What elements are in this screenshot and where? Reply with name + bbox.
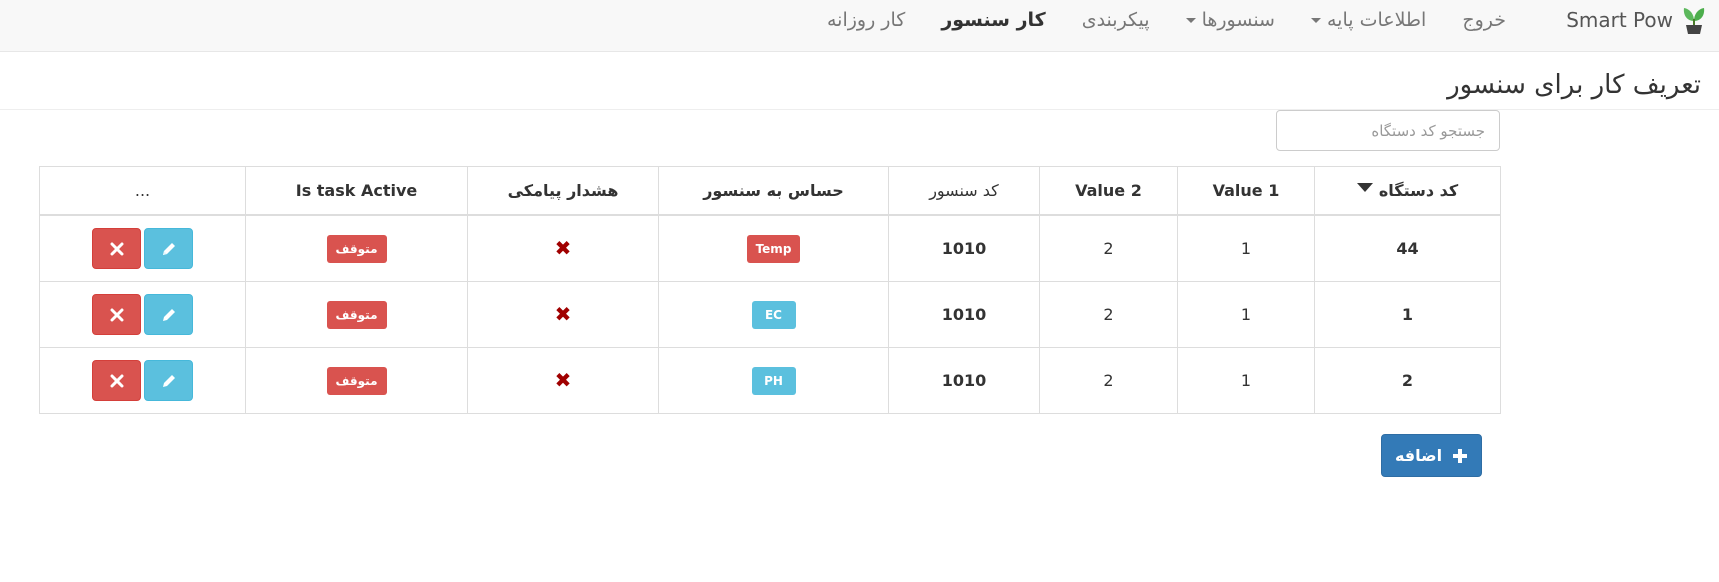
pencil-icon	[162, 308, 175, 321]
table-header-row: کد دستگاه Value 1 Value 2 کد سنسور حساس …	[39, 166, 1501, 216]
add-button[interactable]: اضافه	[1381, 434, 1482, 477]
table-row: 2 1 2 1010 PH ✖ متوقف	[39, 347, 1501, 414]
brand-text: Smart Pow	[1566, 8, 1673, 32]
cell-actions	[39, 214, 246, 282]
cell-device-code: 1	[1314, 281, 1501, 348]
nav-item-logout[interactable]: خروج	[1444, 0, 1524, 40]
cell-task-status: متوقف	[245, 347, 468, 414]
status-badge: متوقف	[326, 366, 387, 395]
cell-value2: 2	[1039, 214, 1178, 282]
close-icon	[110, 242, 123, 255]
close-icon	[110, 308, 123, 321]
column-header-device-code[interactable]: کد دستگاه	[1314, 166, 1501, 216]
edit-button[interactable]	[144, 228, 193, 269]
cell-task-status: متوقف	[245, 214, 468, 282]
column-header-value2: Value 2	[1039, 166, 1178, 216]
delete-button[interactable]	[92, 294, 141, 335]
cell-sensor-code: 1010	[888, 214, 1040, 282]
cell-device-code: 2	[1314, 347, 1501, 414]
device-code-search-input[interactable]	[1276, 110, 1500, 151]
plant-logo-icon	[1681, 5, 1707, 35]
pencil-icon	[162, 374, 175, 387]
table-row: 1 1 2 1010 EC ✖ متوقف	[39, 281, 1501, 348]
caret-down-icon	[1185, 17, 1196, 23]
x-mark-icon: ✖	[554, 236, 572, 260]
column-header-sensor-sensitive: حساس به سنسور	[658, 166, 889, 216]
sensor-badge: PH	[751, 366, 796, 395]
navbar: Smart Pow کار روزانه کار سنسور پیکربندی …	[0, 0, 1719, 52]
sort-desc-icon	[1356, 183, 1373, 192]
column-header-task-active: Is task Active	[245, 166, 468, 216]
cell-value1: 1	[1177, 281, 1315, 348]
column-header-value1: Value 1	[1177, 166, 1315, 216]
cell-sensor: Temp	[658, 214, 889, 282]
edit-button[interactable]	[144, 294, 193, 335]
cell-value1: 1	[1177, 214, 1315, 282]
nav-menu: کار روزانه کار سنسور پیکربندی سنسورها اط…	[809, 0, 1524, 40]
sensor-task-table: کد دستگاه Value 1 Value 2 کد سنسور حساس …	[39, 166, 1501, 414]
status-badge: متوقف	[326, 300, 387, 329]
cell-device-code: 44	[1314, 214, 1501, 282]
nav-item-base-info-dropdown[interactable]: اطلاعات پایه	[1293, 0, 1444, 40]
nav-item-sensors-dropdown[interactable]: سنسورها	[1168, 0, 1293, 40]
cell-value2: 2	[1039, 281, 1178, 348]
cell-sensor-code: 1010	[888, 347, 1040, 414]
nav-item-configuration[interactable]: پیکربندی	[1064, 0, 1168, 40]
sensor-badge: EC	[751, 300, 796, 329]
plus-icon	[1453, 448, 1468, 463]
sensor-badge: Temp	[746, 234, 801, 263]
close-icon	[110, 374, 123, 387]
brand[interactable]: Smart Pow	[1566, 0, 1707, 40]
cell-actions	[39, 347, 246, 414]
cell-sms-alert: ✖	[467, 281, 659, 348]
cell-sensor: PH	[658, 347, 889, 414]
delete-button[interactable]	[92, 228, 141, 269]
cell-sms-alert: ✖	[467, 347, 659, 414]
cell-task-status: متوقف	[245, 281, 468, 348]
column-header-sms-alert: هشدار پیامکی	[467, 166, 659, 216]
cell-sensor: EC	[658, 281, 889, 348]
pencil-icon	[162, 242, 175, 255]
column-header-sensor-code: کد سنسور	[888, 166, 1040, 216]
column-header-actions: ...	[39, 166, 246, 216]
status-badge: متوقف	[326, 234, 387, 263]
cell-actions	[39, 281, 246, 348]
x-mark-icon: ✖	[554, 302, 572, 326]
table-row: 44 1 2 1010 Temp ✖ متوقف	[39, 214, 1501, 282]
cell-value2: 2	[1039, 347, 1178, 414]
x-mark-icon: ✖	[554, 368, 572, 392]
caret-down-icon	[1310, 17, 1321, 23]
cell-sms-alert: ✖	[467, 214, 659, 282]
delete-button[interactable]	[92, 360, 141, 401]
edit-button[interactable]	[144, 360, 193, 401]
nav-item-sensor-task[interactable]: کار سنسور	[923, 0, 1063, 40]
cell-value1: 1	[1177, 347, 1315, 414]
nav-item-daily-task[interactable]: کار روزانه	[809, 0, 923, 40]
page-title: تعریف کار برای سنسور	[1447, 70, 1701, 100]
cell-sensor-code: 1010	[888, 281, 1040, 348]
